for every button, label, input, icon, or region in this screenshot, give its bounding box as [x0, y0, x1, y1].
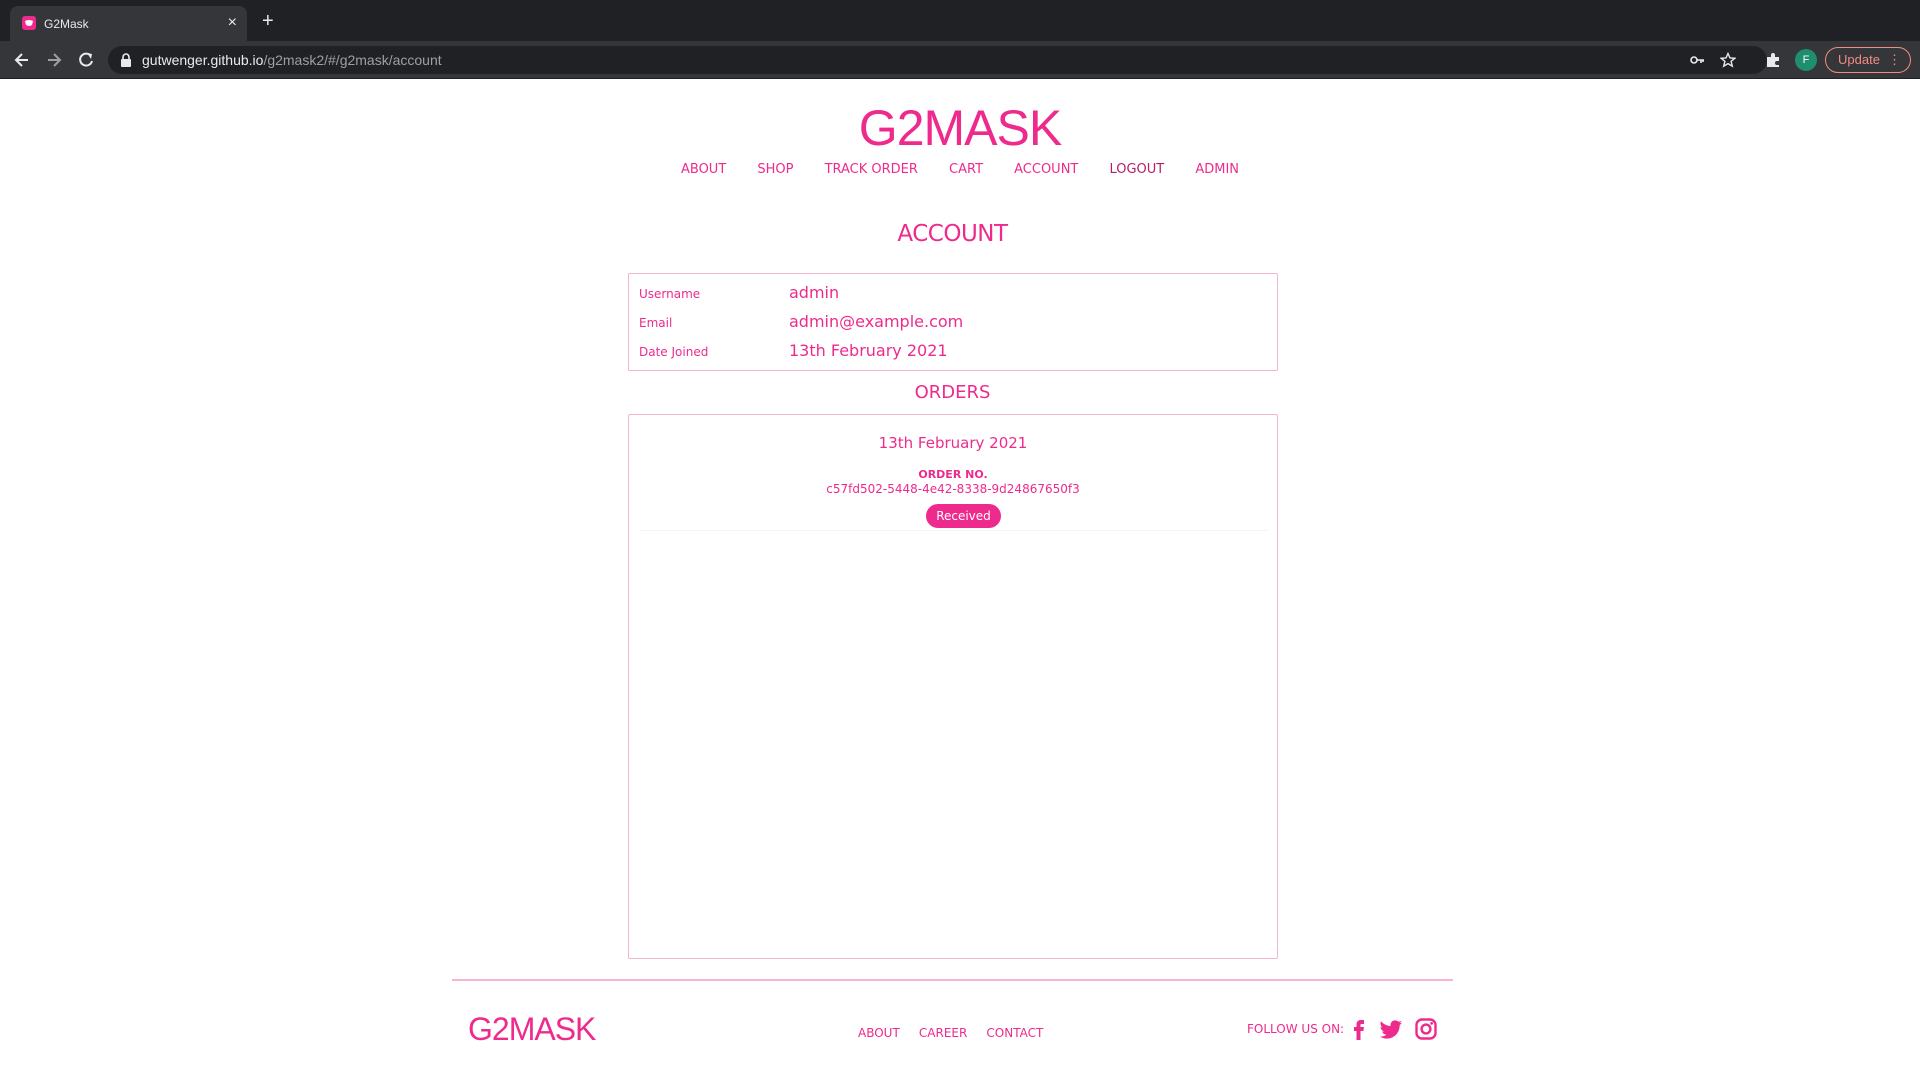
bookmark-star-icon[interactable] [1720, 52, 1736, 68]
tab-close-icon[interactable]: × [228, 13, 237, 33]
main-navigation: ABOUT SHOP TRACK ORDER CART ACCOUNT LOGO… [0, 158, 1920, 177]
footer-logo[interactable]: G2MASK [468, 1011, 596, 1048]
info-row-username: Username admin [639, 280, 1259, 304]
follow-us-label: FOLLOW US ON: [1247, 1022, 1345, 1036]
order-item[interactable]: 13th February 2021 ORDER NO. c57fd502-54… [639, 425, 1267, 531]
orders-list: 13th February 2021 ORDER NO. c57fd502-54… [628, 414, 1278, 959]
g2mask-favicon-icon [22, 16, 36, 30]
extensions-puzzle-icon[interactable] [1764, 51, 1782, 69]
username-value: admin [789, 283, 840, 302]
account-heading: ACCOUNT [897, 221, 1008, 247]
tab-title: G2Mask [44, 17, 89, 31]
update-label: Update [1838, 52, 1880, 67]
date-joined-label: Date Joined [639, 345, 709, 359]
footer-navigation: ABOUT CAREER CONTACT [858, 1022, 1057, 1041]
update-button[interactable]: Update ⋮ [1825, 47, 1911, 73]
email-label: Email [639, 316, 673, 330]
order-status-badge: Received [926, 504, 1001, 528]
new-tab-icon[interactable]: + [262, 11, 274, 31]
url-text: gutwenger.github.io/g2mask2/#/g2mask/acc… [142, 52, 442, 68]
lock-icon [121, 53, 131, 67]
back-arrow-icon[interactable] [12, 50, 32, 70]
info-row-date-joined: Date Joined 13th February 2021 [639, 338, 1259, 362]
site-logo[interactable]: G2MASK [0, 99, 1920, 157]
order-number: c57fd502-5448-4e42-8338-9d24867650f3 [826, 482, 1080, 496]
date-joined-value: 13th February 2021 [789, 341, 948, 360]
nav-track-order[interactable]: TRACK ORDER [825, 162, 918, 177]
nav-shop[interactable]: SHOP [757, 162, 793, 177]
footer-divider [452, 979, 1453, 981]
profile-avatar[interactable]: F [1795, 49, 1817, 71]
nav-about[interactable]: ABOUT [681, 162, 726, 177]
footer-link-about[interactable]: ABOUT [858, 1026, 900, 1040]
nav-account[interactable]: ACCOUNT [1014, 162, 1078, 177]
info-row-email: Email admin@example.com [639, 309, 1259, 333]
username-label: Username [639, 287, 701, 301]
key-icon[interactable] [1689, 52, 1705, 68]
nav-cart[interactable]: CART [949, 162, 983, 177]
orders-heading: ORDERS [914, 382, 991, 403]
account-info-card: Username admin Email admin@example.com D… [628, 273, 1278, 371]
instagram-icon[interactable] [1413, 1016, 1439, 1042]
browser-tab[interactable]: G2Mask × [10, 6, 247, 41]
nav-admin[interactable]: ADMIN [1195, 162, 1239, 177]
order-date: 13th February 2021 [878, 434, 1028, 452]
browser-toolbar: gutwenger.github.io/g2mask2/#/g2mask/acc… [0, 41, 1920, 79]
reload-icon[interactable] [76, 50, 96, 70]
footer-link-contact[interactable]: CONTACT [986, 1026, 1043, 1040]
order-number-label: ORDER NO. [918, 468, 988, 481]
browser-tab-strip: G2Mask × + [0, 0, 1920, 41]
twitter-icon[interactable] [1378, 1016, 1404, 1042]
browser-menu-icon[interactable]: ⋮ [1888, 48, 1901, 72]
nav-logout[interactable]: LOGOUT [1109, 162, 1164, 177]
email-value: admin@example.com [789, 312, 964, 331]
facebook-icon[interactable] [1346, 1016, 1372, 1042]
forward-arrow-icon[interactable] [44, 50, 64, 70]
page-content: G2MASK ABOUT SHOP TRACK ORDER CART ACCOU… [0, 79, 1920, 1080]
address-bar[interactable]: gutwenger.github.io/g2mask2/#/g2mask/acc… [108, 46, 1767, 74]
footer-link-career[interactable]: CAREER [919, 1026, 967, 1040]
